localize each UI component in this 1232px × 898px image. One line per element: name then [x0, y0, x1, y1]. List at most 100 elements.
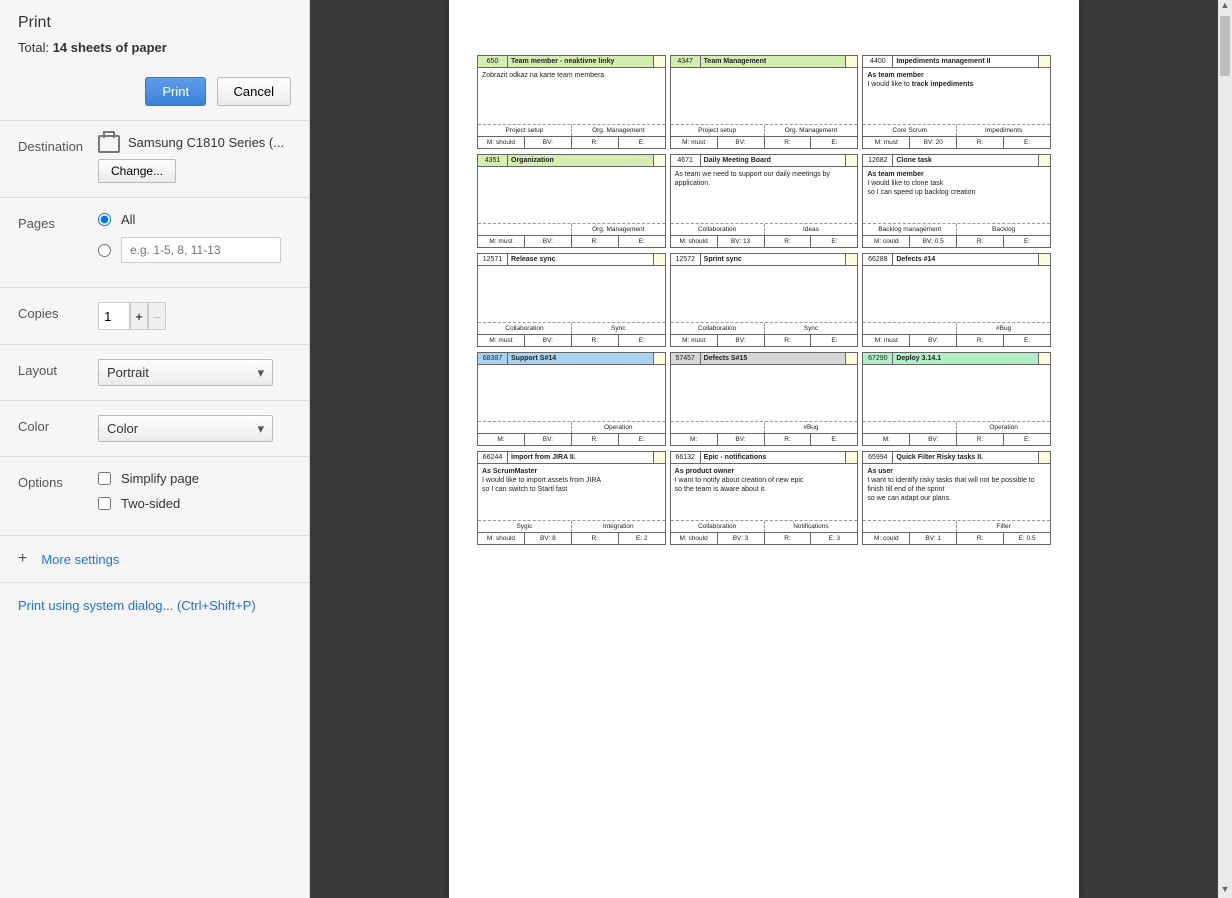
copies-row: Copies + – — [0, 288, 309, 344]
card-meta-cell: R: — [957, 137, 1004, 148]
two-sided-checkbox[interactable] — [98, 497, 111, 510]
card-meta-cell: M: should — [671, 533, 718, 544]
card-tag: Org. Management — [572, 125, 665, 136]
card-title: Clone task — [893, 155, 1038, 166]
two-sided-label: Two-sided — [121, 496, 180, 511]
more-settings-link[interactable]: More settings — [41, 552, 119, 567]
card-body — [863, 365, 1050, 421]
card-tags: Filter — [863, 520, 1050, 532]
card-tags: CollaborationNotifications — [671, 520, 858, 532]
card-meta: M:BV:R:E: — [863, 433, 1050, 445]
scroll-up-icon[interactable]: ▲ — [1218, 0, 1232, 14]
card-meta-cell: BV: 8 — [525, 533, 572, 544]
card-id: 4400 — [863, 56, 893, 67]
card-meta-cell: R: — [765, 434, 812, 445]
card-meta-cell: E: — [1004, 434, 1050, 445]
card-meta-cell: BV: — [525, 236, 572, 247]
more-settings-row[interactable]: + More settings — [0, 536, 309, 582]
card-tags: SygicIntegration — [478, 520, 665, 532]
card-title: Release sync — [508, 254, 653, 265]
card-tags: Project setupOrg. Management — [671, 124, 858, 136]
card-tags: #Bug — [863, 322, 1050, 334]
card-tags: CollaborationSync — [478, 322, 665, 334]
card-meta-cell: M: must — [863, 137, 910, 148]
card: 12571 Release sync CollaborationSyncM: m… — [477, 253, 666, 347]
card-tag: Sygic — [478, 521, 572, 532]
card-id: 66132 — [671, 452, 701, 463]
system-dialog-link[interactable]: Print using system dialog... (Ctrl+Shift… — [18, 598, 256, 613]
card-meta: M: mustBV:R:E: — [671, 334, 858, 346]
plus-icon: + — [18, 550, 27, 568]
destination-row: Destination Samsung C1810 Series (... Ch… — [0, 121, 309, 197]
card-id: 12571 — [478, 254, 508, 265]
card-meta-cell: E: 2 — [619, 533, 665, 544]
card-id: 66288 — [863, 254, 893, 265]
card-body: As team memberI would like to clone task… — [863, 167, 1050, 223]
card-meta-cell: R: — [957, 236, 1004, 247]
card-meta-cell: M: should — [671, 236, 718, 247]
layout-select[interactable]: Portrait — [98, 359, 273, 386]
card-tag — [478, 224, 572, 235]
card-meta-cell: E: — [811, 236, 857, 247]
vertical-scrollbar[interactable]: ▲ ▼ — [1218, 0, 1232, 898]
card-meta: M:BV:R:E: — [478, 433, 665, 445]
pages-custom-radio[interactable] — [98, 244, 111, 257]
layout-label: Layout — [18, 359, 98, 378]
color-select[interactable]: Color — [98, 415, 273, 442]
card-flag-icon — [1038, 254, 1050, 265]
card-flag-icon — [845, 155, 857, 166]
card-meta-cell: R: — [572, 335, 619, 346]
card-meta-cell: E: — [1004, 137, 1050, 148]
copies-input[interactable] — [98, 302, 130, 330]
card-meta: M: shouldBV: 8R:E: 2 — [478, 532, 665, 544]
card-body — [863, 266, 1050, 322]
card-tags: Project setupOrg. Management — [478, 124, 665, 136]
card-meta-cell: BV: — [910, 434, 957, 445]
card-body: As team memberI would like to track impe… — [863, 68, 1050, 124]
card-meta: M: shouldBV: 13R:E: — [671, 235, 858, 247]
card-meta-cell: R: — [765, 137, 812, 148]
change-destination-button[interactable]: Change... — [98, 159, 176, 183]
card-meta-cell: M: — [478, 434, 525, 445]
card-flag-icon — [845, 353, 857, 364]
print-button[interactable]: Print — [145, 77, 206, 106]
card-meta-cell: M: must — [478, 236, 525, 247]
card-tag: #Bug — [765, 422, 858, 433]
pages-all-radio[interactable] — [98, 213, 111, 226]
card-meta: M: couldBV: 1R:E: 0.5 — [863, 532, 1050, 544]
pages-custom-input[interactable] — [121, 237, 281, 263]
card-title: Quick Filter Risky tasks II. — [893, 452, 1038, 463]
simplify-page-checkbox[interactable] — [98, 472, 111, 485]
card-tags: CollaborationIdeas — [671, 223, 858, 235]
card-id: 57457 — [671, 353, 701, 364]
card-tag: Integration — [572, 521, 665, 532]
card-tag: Operation — [572, 422, 665, 433]
destination-value: Samsung C1810 Series (... — [128, 135, 284, 150]
card-flag-icon — [1038, 155, 1050, 166]
card-title: Deploy 3.14.1 — [893, 353, 1038, 364]
copies-increment[interactable]: + — [130, 302, 148, 330]
card-flag-icon — [1038, 56, 1050, 67]
card-id: 12682 — [863, 155, 893, 166]
card-meta: M: couldBV: 0.5R:E: — [863, 235, 1050, 247]
scrollbar-thumb[interactable] — [1220, 16, 1230, 76]
card-title: Daily Meeting Board — [701, 155, 846, 166]
card: 66132 Epic - notifications As product ow… — [670, 451, 859, 545]
card-meta: M: mustBV: 20R:E: — [863, 136, 1050, 148]
card-meta-cell: BV: — [718, 335, 765, 346]
card-meta-cell: R: — [957, 434, 1004, 445]
pages-row: Pages All — [0, 198, 309, 287]
card-tag: Backlog management — [863, 224, 957, 235]
card-tag: Ideas — [765, 224, 858, 235]
cancel-button[interactable]: Cancel — [217, 77, 291, 106]
card-meta-cell: R: — [957, 533, 1004, 544]
card-meta-cell: R: — [765, 335, 812, 346]
card-meta-cell: BV: 0.5 — [910, 236, 957, 247]
card-meta: M:BV:R:E: — [671, 433, 858, 445]
card-flag-icon — [653, 155, 665, 166]
card-meta: M: mustBV:R:E: — [671, 136, 858, 148]
pages-all-label: All — [121, 212, 135, 227]
copies-decrement[interactable]: – — [148, 302, 166, 330]
scroll-down-icon[interactable]: ▼ — [1218, 884, 1232, 898]
card-meta-cell: BV: 13 — [718, 236, 765, 247]
